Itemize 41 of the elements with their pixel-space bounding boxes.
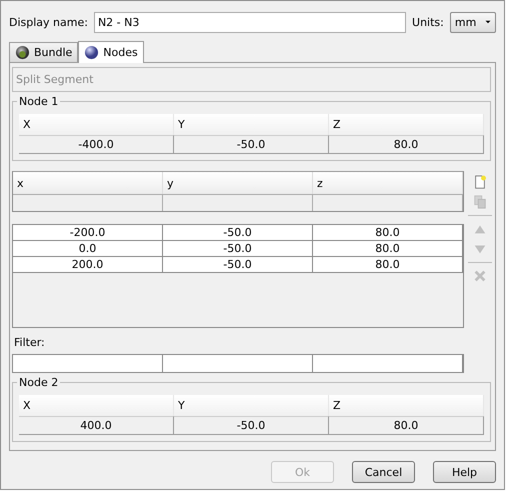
display-name-label: Display name: bbox=[9, 16, 88, 28]
table-cell: -200.0 bbox=[13, 225, 163, 241]
display-name-field[interactable]: N2 - N3 bbox=[94, 12, 406, 32]
table-cell: 80.0 bbox=[313, 257, 463, 273]
column-header: X bbox=[19, 114, 174, 135]
new-document-icon[interactable] bbox=[473, 175, 487, 189]
dialog-button[interactable]: Help bbox=[433, 461, 496, 483]
filter-field[interactable] bbox=[13, 355, 163, 372]
filter-field[interactable] bbox=[313, 355, 463, 372]
table-cell: -50.0 bbox=[163, 241, 313, 257]
column-header: y bbox=[163, 172, 313, 194]
group-title: Node 1 bbox=[17, 95, 60, 108]
units-dropdown[interactable]: mm bbox=[450, 12, 496, 32]
table-cell: -400.0 bbox=[19, 135, 174, 154]
column-header: Y bbox=[174, 395, 329, 416]
table-cell: -50.0 bbox=[174, 135, 329, 154]
tab[interactable]: Bundle bbox=[9, 42, 78, 62]
column-header: x bbox=[13, 172, 163, 194]
table-cell: 80.0 bbox=[329, 416, 484, 435]
column-header: Z bbox=[329, 395, 484, 416]
dialog-button[interactable]: Cancel bbox=[352, 461, 415, 483]
column-header: z bbox=[313, 172, 463, 194]
table-cell: 80.0 bbox=[313, 241, 463, 257]
table-cell: 400.0 bbox=[19, 416, 174, 435]
column-header: Z bbox=[329, 114, 484, 135]
table-cell: -50.0 bbox=[163, 257, 313, 273]
column-header: X bbox=[19, 395, 174, 416]
tab[interactable]: Nodes bbox=[78, 41, 144, 63]
sphere-icon bbox=[84, 45, 100, 60]
table-cell: 200.0 bbox=[13, 257, 163, 273]
group-title: Node 2 bbox=[17, 376, 60, 389]
units-label: Units: bbox=[412, 16, 444, 28]
ball-icon bbox=[15, 45, 30, 60]
filter-field[interactable] bbox=[163, 355, 313, 372]
table-cell: -50.0 bbox=[174, 416, 329, 435]
table-cell: 80.0 bbox=[313, 225, 463, 241]
filter-label: Filter: bbox=[13, 336, 46, 351]
column-header: Y bbox=[174, 114, 329, 135]
table-cell: 0.0 bbox=[13, 241, 163, 257]
table-cell: 80.0 bbox=[329, 135, 484, 154]
table-cell: -50.0 bbox=[163, 225, 313, 241]
